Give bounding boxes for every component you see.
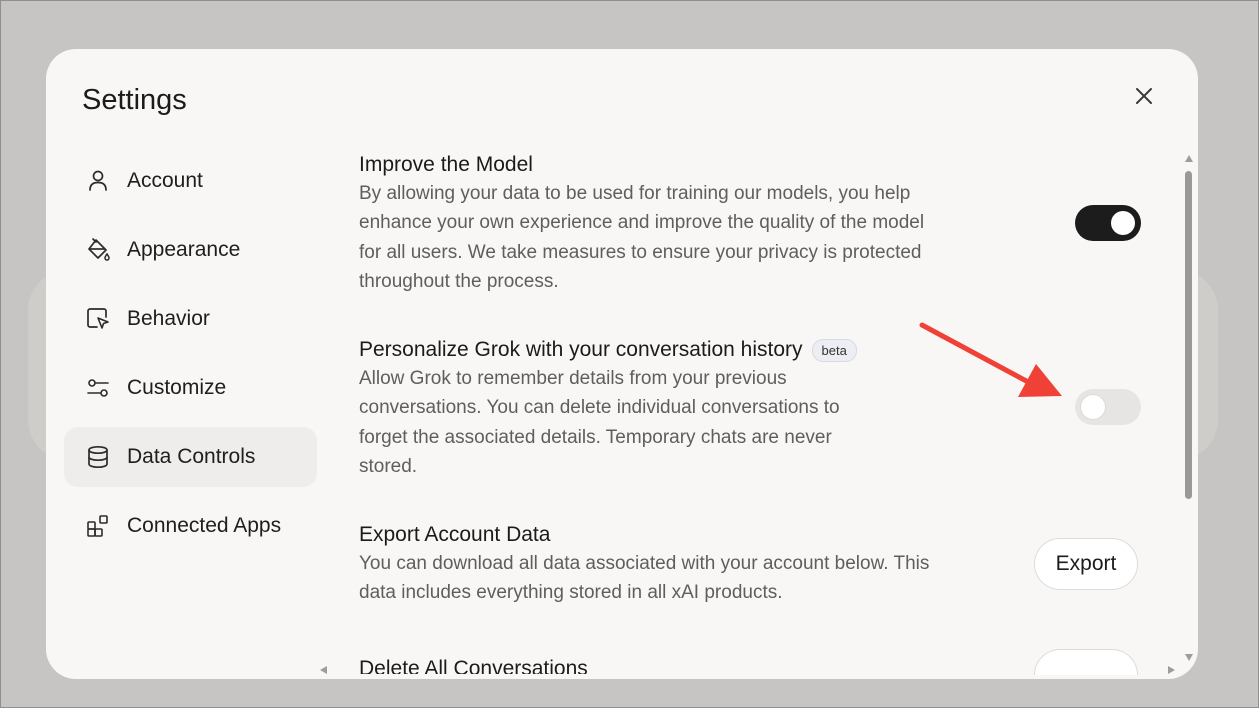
scroll-down-arrow-icon[interactable] [1185, 654, 1193, 661]
toggle-knob [1111, 211, 1135, 235]
personalize-description: Allow Grok to remember details from your… [359, 368, 840, 477]
sidebar-item-account[interactable]: Account [64, 151, 317, 211]
beta-badge: beta [811, 338, 857, 362]
delete-all-button[interactable] [1034, 649, 1138, 675]
sliders-icon [84, 374, 112, 402]
sidebar-item-label: Customize [127, 376, 227, 399]
export-button[interactable]: Export [1034, 538, 1138, 590]
paint-bucket-icon [84, 236, 112, 264]
sidebar-item-appearance[interactable]: Appearance [64, 220, 317, 280]
close-icon [1136, 88, 1152, 104]
apps-grid-icon [84, 512, 112, 540]
scroll-up-arrow-icon[interactable] [1185, 155, 1193, 162]
sidebar-item-label: Appearance [127, 238, 241, 261]
scrollbar-thumb[interactable] [1185, 171, 1192, 499]
sidebar-item-label: Behavior [127, 307, 210, 330]
improve-model-description: By allowing your data to be used for tra… [359, 183, 925, 292]
scroll-right-arrow-icon[interactable] [1168, 666, 1175, 674]
export-title: Export Account Data [359, 523, 551, 546]
sidebar-item-data-controls[interactable]: Data Controls [64, 427, 317, 487]
sidebar-item-label: Account [127, 169, 203, 192]
personalize-section: Personalize Grok with your conversation … [359, 335, 1159, 481]
personalize-title: Personalize Grok with your conversation … [359, 338, 803, 361]
sidebar-item-behavior[interactable]: Behavior [64, 289, 317, 349]
user-icon [84, 167, 112, 195]
cursor-window-icon [84, 305, 112, 333]
improve-model-toggle[interactable] [1075, 205, 1141, 241]
scroll-left-arrow-icon[interactable] [320, 666, 327, 674]
settings-sidebar: Account Appearance Behavior Customize Da… [64, 151, 317, 565]
sidebar-item-label: Data Controls [127, 445, 256, 468]
personalize-title-row: Personalize Grok with your conversation … [359, 335, 1159, 365]
dialog-title: Settings [82, 84, 187, 116]
personalize-toggle[interactable] [1075, 389, 1141, 425]
settings-dialog: Settings Account Appearance Behavior Cus… [46, 49, 1198, 679]
export-description: You can download all data associated wit… [359, 553, 930, 604]
improve-model-section: Improve the Model By allowing your data … [359, 150, 1159, 296]
toggle-knob [1081, 395, 1105, 419]
improve-model-title: Improve the Model [359, 153, 533, 176]
sidebar-item-connected-apps[interactable]: Connected Apps [64, 496, 317, 556]
sidebar-item-label: Connected Apps [127, 514, 282, 537]
close-button[interactable] [1131, 83, 1157, 109]
database-icon [84, 443, 112, 471]
sidebar-item-customize[interactable]: Customize [64, 358, 317, 418]
